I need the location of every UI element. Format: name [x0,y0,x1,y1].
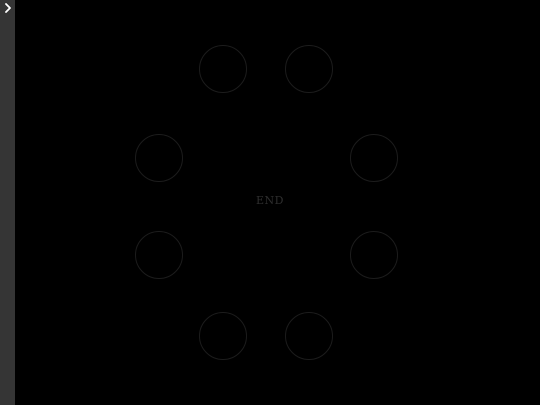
sidebar [0,0,15,405]
target-circle[interactable] [350,134,398,182]
target-circle[interactable] [135,231,183,279]
experiment-stage: END [15,0,540,405]
target-circle[interactable] [199,312,247,360]
sidebar-toggle-button[interactable] [1,1,14,15]
target-circle[interactable] [350,231,398,279]
target-circle[interactable] [199,45,247,93]
chevron-right-icon [4,3,11,13]
end-label: END [256,194,284,207]
target-circle[interactable] [135,134,183,182]
target-circle[interactable] [285,45,333,93]
target-circle[interactable] [285,312,333,360]
